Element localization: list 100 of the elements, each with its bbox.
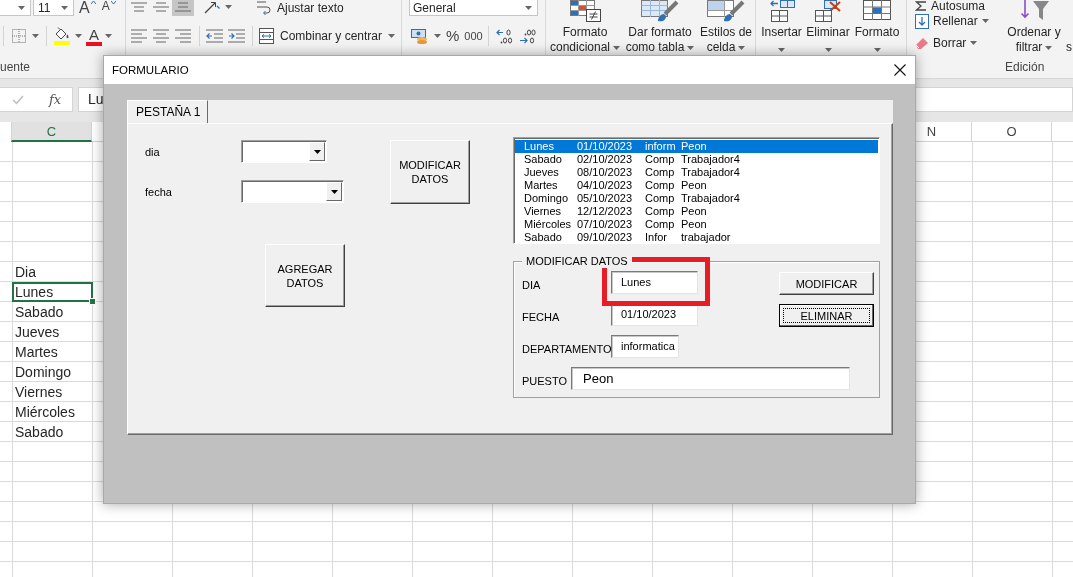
format-button[interactable]: Formato	[851, 0, 903, 52]
field-label: FECHA	[522, 311, 561, 325]
list-cell-text: Sabado	[524, 231, 563, 244]
font-color-button[interactable]: A	[86, 26, 102, 46]
caret-icon[interactable]	[434, 34, 441, 38]
merge-center-button[interactable]: Combinar y centrar	[259, 28, 383, 44]
currency-icon[interactable]	[411, 27, 428, 45]
modify-data-button[interactable]: MODIFICAR DATOS	[390, 140, 470, 204]
decrease-indent-icon[interactable]	[206, 29, 223, 43]
paint-bucket-icon[interactable]	[54, 27, 70, 45]
caret-icon	[313, 149, 321, 154]
table-brush-icon	[641, 0, 679, 22]
caret-icon[interactable]	[225, 5, 232, 9]
list-cell-text: Peon	[681, 179, 708, 192]
dropdown-button[interactable]	[326, 182, 342, 201]
grow-font-button[interactable]: A	[79, 0, 96, 15]
text-field[interactable]: Lunes	[611, 271, 698, 294]
caret-icon	[61, 5, 68, 10]
increase-indent-icon[interactable]	[228, 29, 245, 43]
caret-icon	[738, 45, 746, 50]
list-box[interactable]	[513, 137, 880, 244]
increase-decimal-icon[interactable]	[495, 28, 513, 44]
align-top-icon	[131, 2, 147, 12]
list-cell-text: Jueves	[524, 166, 560, 179]
window-title: FORMULARIO	[112, 64, 189, 76]
list-row[interactable]: Domingo 05/10/2023 Comp Trabajador4	[515, 192, 878, 205]
caret-icon	[778, 48, 785, 52]
column-header[interactable]: C	[11, 122, 92, 142]
column-header[interactable]: O	[972, 122, 1052, 142]
list-cell-text: Lunes	[524, 140, 555, 153]
field-label: PUESTO	[522, 375, 569, 389]
text-field[interactable]: informatica	[611, 335, 679, 358]
caret-icon[interactable]	[75, 34, 82, 38]
list-cell-text: Comp	[645, 179, 676, 192]
tab[interactable]: PESTAÑA 1	[127, 100, 208, 123]
list-cell-text: Peon	[681, 205, 708, 218]
wrap-text-icon	[257, 0, 271, 15]
list-row[interactable]: Sabado 09/10/2023 Infor trabajador	[515, 231, 878, 244]
field-label: DIA	[522, 279, 542, 293]
list-cell-text: Comp	[645, 192, 676, 205]
check-icon[interactable]	[12, 94, 24, 105]
dropdown-field[interactable]	[241, 180, 344, 203]
form-button[interactable]: ELIMINAR	[779, 304, 874, 327]
clear-button[interactable]: Borrar	[915, 35, 978, 51]
conditional-format-button[interactable]: Formato condicional	[548, 0, 622, 55]
font-name-dropdown[interactable]	[0, 0, 31, 16]
caret-icon	[687, 45, 695, 50]
add-data-button[interactable]: AGREGAR DATOS	[265, 244, 345, 307]
caret-icon	[824, 48, 832, 52]
format-as-table-button[interactable]: Dar formato como tabla	[622, 0, 698, 55]
fill-handle-icon[interactable]	[89, 298, 96, 305]
list-row[interactable]: Viernes 12/12/2023 Comp Peon	[515, 205, 878, 218]
find-select-button[interactable]: s	[1066, 40, 1072, 55]
dropdown-button[interactable]	[309, 142, 325, 161]
text-field[interactable]: Peon	[571, 367, 850, 390]
text-orientation-icon[interactable]	[204, 0, 220, 14]
caret-icon[interactable]	[32, 34, 39, 38]
wrap-text-button[interactable]: Ajustar texto	[257, 0, 344, 15]
percent-button[interactable]: %	[446, 28, 460, 44]
field-label: dia	[145, 145, 161, 158]
number-format-dropdown[interactable]: General	[409, 0, 538, 16]
list-row[interactable]: Martes 04/10/2023 Comp Peon	[515, 179, 878, 192]
form-button[interactable]: MODIFICAR	[779, 272, 874, 295]
list-row[interactable]: Jueves 08/10/2023 Comp Trabajador4	[515, 166, 878, 179]
list-cell-text: 01/10/2023	[577, 140, 634, 153]
sigma-icon	[915, 1, 927, 11]
caret-icon[interactable]	[388, 34, 396, 38]
autosum-button[interactable]: Autosuma	[915, 0, 986, 12]
list-cell-text: 04/10/2023	[577, 179, 634, 192]
list-cell-text: Comp	[645, 153, 676, 166]
borders-icon[interactable]	[12, 29, 26, 43]
insert-button[interactable]: Insertar	[758, 0, 805, 52]
group-label: Edición	[1004, 59, 1046, 76]
list-cell-text: Peon	[681, 140, 708, 153]
font-size-dropdown[interactable]: 11	[33, 0, 74, 16]
sort-filter-button[interactable]: Ordenar y filtrar	[1005, 0, 1063, 55]
list-row[interactable]: Miércoles 07/10/2023 Comp Peon	[515, 218, 878, 231]
list-cell-text: Domingo	[524, 192, 570, 205]
delete-button[interactable]: Eliminar	[805, 0, 851, 52]
thousands-button[interactable]: 000	[464, 30, 483, 42]
list-row[interactable]: Lunes 01/10/2023 inform Peon	[515, 140, 878, 153]
list-cell-text: Sabado	[524, 153, 563, 166]
insert-function-button[interactable]: fx	[49, 92, 62, 107]
list-cell-text: trabajador	[681, 231, 732, 244]
table-cell: Lunes	[12, 282, 93, 302]
table-cell-text: Martes	[14, 343, 59, 362]
align-bottom-icon	[175, 2, 191, 12]
fill-button[interactable]: Rellenar	[915, 13, 989, 29]
dropdown-field[interactable]	[241, 140, 327, 163]
caret-icon	[970, 41, 978, 45]
list-cell-text: Miércoles	[524, 218, 573, 231]
list-cell-text: Viernes	[524, 205, 563, 218]
shrink-font-button[interactable]: A	[101, 0, 116, 13]
caret-down-icon	[110, 1, 116, 4]
caret-up-icon	[90, 1, 96, 4]
decrease-decimal-icon[interactable]	[518, 28, 536, 44]
cell-styles-button[interactable]: Estilos de celda	[698, 0, 754, 55]
list-cell-text: Peon	[681, 218, 708, 231]
list-row[interactable]: Sabado 02/10/2023 Comp Trabajador4	[515, 153, 878, 166]
caret-icon[interactable]	[105, 34, 112, 38]
